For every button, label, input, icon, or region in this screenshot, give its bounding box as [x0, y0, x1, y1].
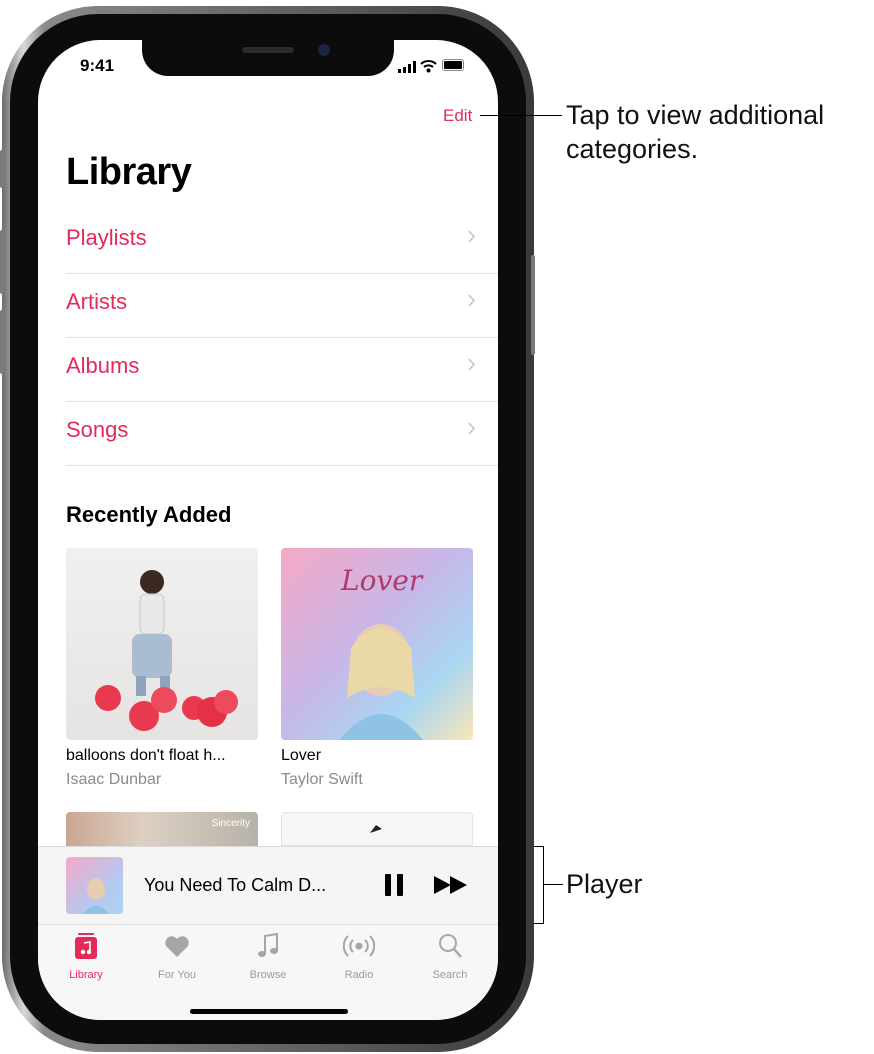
- row-label: Songs: [66, 417, 129, 442]
- library-icon: [75, 933, 97, 959]
- page-title: Library: [66, 151, 192, 193]
- home-indicator: [190, 1009, 348, 1014]
- radio-icon: [343, 935, 375, 957]
- chevron-right-icon: [468, 230, 476, 243]
- notch: [142, 40, 394, 76]
- row-label: Playlists: [66, 225, 147, 250]
- album-cover-partial[interactable]: Sincerity: [66, 812, 258, 846]
- tab-library[interactable]: Library: [46, 933, 126, 983]
- volume-up-button: [0, 230, 4, 294]
- mute-switch: [0, 150, 4, 188]
- now-playing-title: You Need To Calm D...: [144, 875, 327, 895]
- tab-radio[interactable]: Radio: [319, 933, 399, 983]
- fast-forward-icon[interactable]: [434, 876, 468, 894]
- chevron-right-icon: [468, 422, 476, 435]
- tab-bar: Library For You Browse Radio Search: [38, 924, 498, 1020]
- row-separator: [66, 465, 498, 466]
- tab-search[interactable]: Search: [410, 933, 490, 983]
- side-button: [531, 255, 535, 355]
- tab-browse[interactable]: Browse: [228, 933, 308, 983]
- tab-label: Search: [432, 969, 468, 981]
- chevron-right-icon: [468, 294, 476, 307]
- library-row-songs[interactable]: Songs: [66, 402, 498, 466]
- album-cover-lover[interactable]: Lover: [281, 548, 473, 740]
- album-artist: Taylor Swift: [281, 771, 363, 788]
- album-artist: Isaac Dunbar: [66, 771, 162, 788]
- volume-down-button: [0, 310, 4, 374]
- section-heading: Recently Added: [66, 502, 232, 527]
- library-row-playlists[interactable]: Playlists: [66, 210, 498, 274]
- status-time: 9:41: [80, 56, 115, 75]
- player-callout-text: Player: [566, 869, 643, 899]
- library-row-artists[interactable]: Artists: [66, 274, 498, 338]
- chevron-right-icon: [468, 358, 476, 371]
- music-note-icon: [258, 933, 278, 957]
- cover-art-image: [95, 570, 238, 731]
- front-camera: [318, 44, 330, 56]
- cover-art-image: [370, 825, 382, 833]
- album-cover-balloons[interactable]: [66, 548, 258, 740]
- heart-icon: [165, 936, 189, 957]
- battery-icon: [442, 59, 464, 71]
- row-label: Albums: [66, 353, 140, 378]
- tab-for-you[interactable]: For You: [137, 933, 217, 983]
- artwork-image: [83, 878, 109, 914]
- signal-icon: [398, 61, 416, 73]
- row-label: Artists: [66, 289, 128, 314]
- album-cover-partial[interactable]: [281, 812, 473, 846]
- wifi-icon: [420, 60, 437, 73]
- cover-text: Sincerity: [211, 818, 250, 829]
- player-bracket-bottom: [534, 923, 544, 924]
- tab-label: Radio: [344, 969, 374, 981]
- tab-label: Browse: [249, 969, 287, 981]
- edit-callout-line: [480, 115, 562, 116]
- tab-label: Library: [69, 969, 103, 981]
- album-title: Lover: [281, 747, 322, 764]
- album-title: balloons don't float h...: [66, 747, 226, 764]
- player-bracket-vertical: [543, 846, 544, 924]
- cover-art-image: [339, 624, 423, 740]
- tab-label: For You: [158, 969, 196, 981]
- now-playing-artwork: [66, 857, 123, 914]
- earpiece-speaker: [242, 47, 294, 53]
- search-icon: [439, 934, 462, 958]
- player-callout-line: [543, 884, 563, 885]
- edit-button[interactable]: Edit: [443, 106, 472, 126]
- library-row-albums[interactable]: Albums: [66, 338, 498, 402]
- mini-player[interactable]: You Need To Calm D...: [38, 846, 498, 924]
- phone-screen: 9:41 Edit Library Playlists Artists Albu…: [38, 40, 498, 1020]
- edit-callout-text: Tap to view additional categories.: [566, 100, 825, 164]
- pause-icon[interactable]: [384, 874, 404, 896]
